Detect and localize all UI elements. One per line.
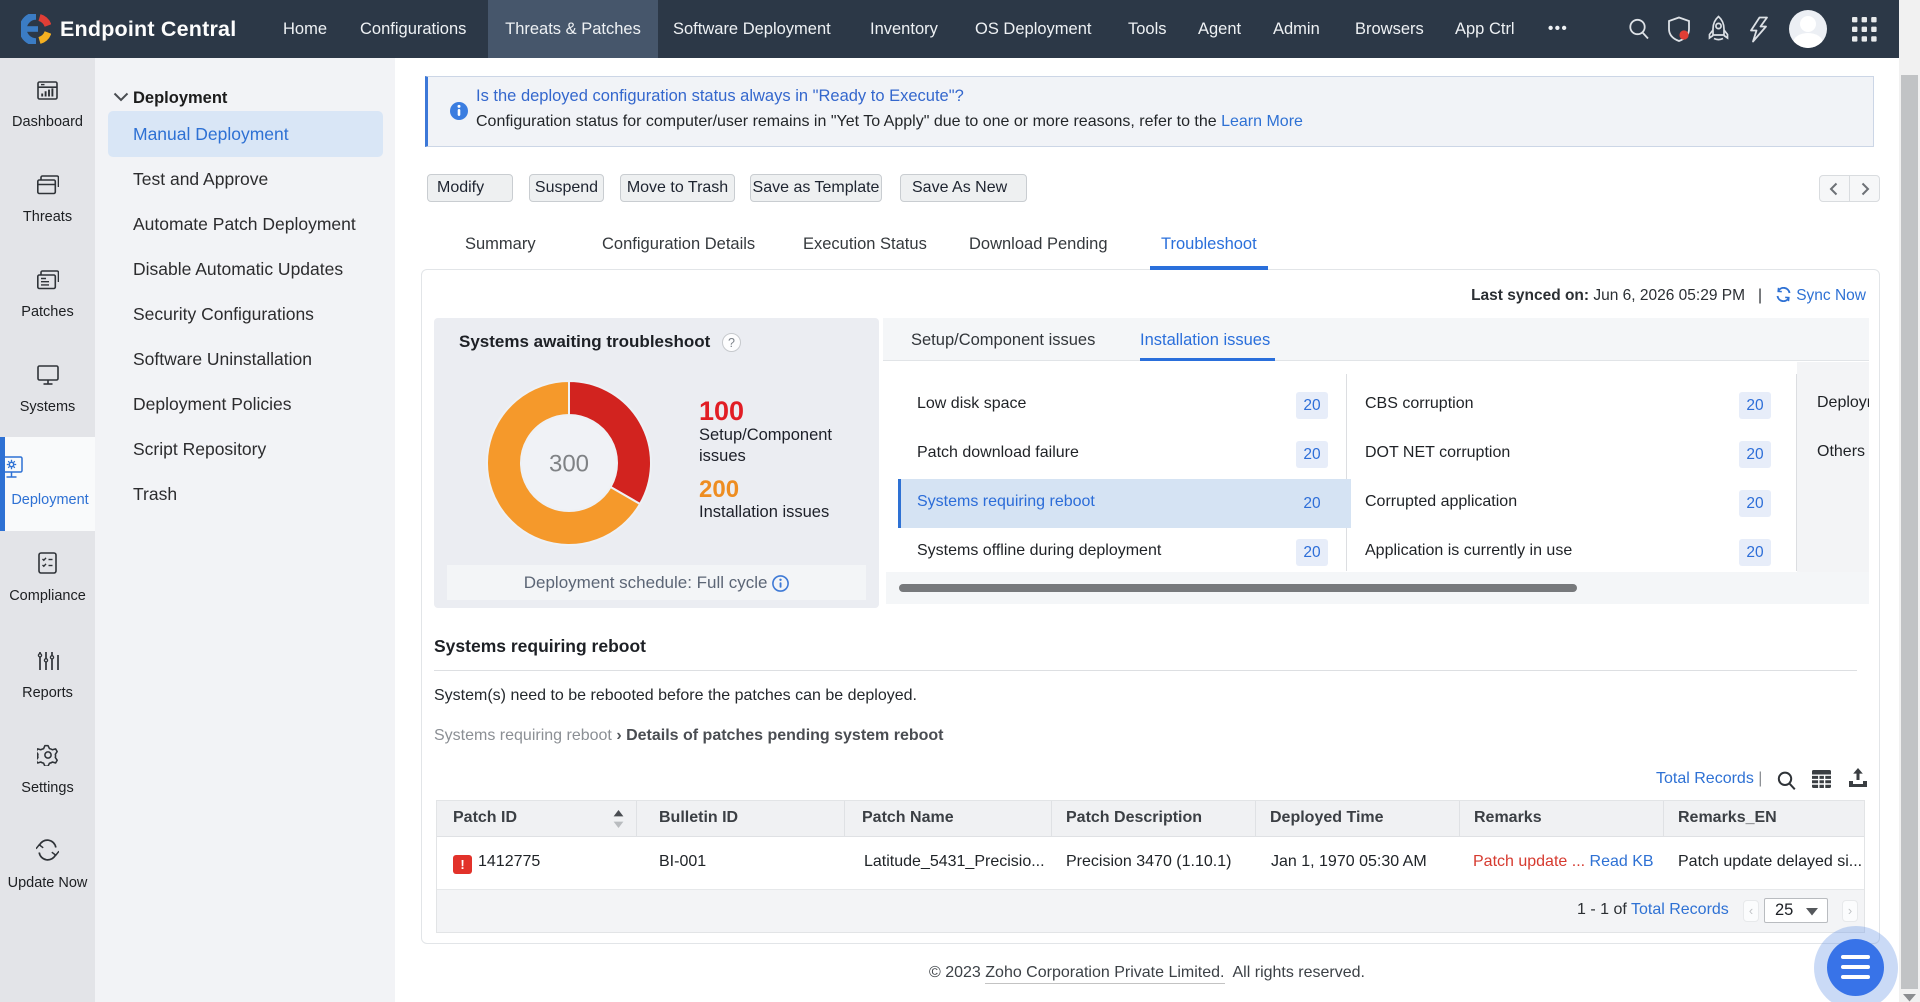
svg-text:300: 300 xyxy=(549,451,589,478)
